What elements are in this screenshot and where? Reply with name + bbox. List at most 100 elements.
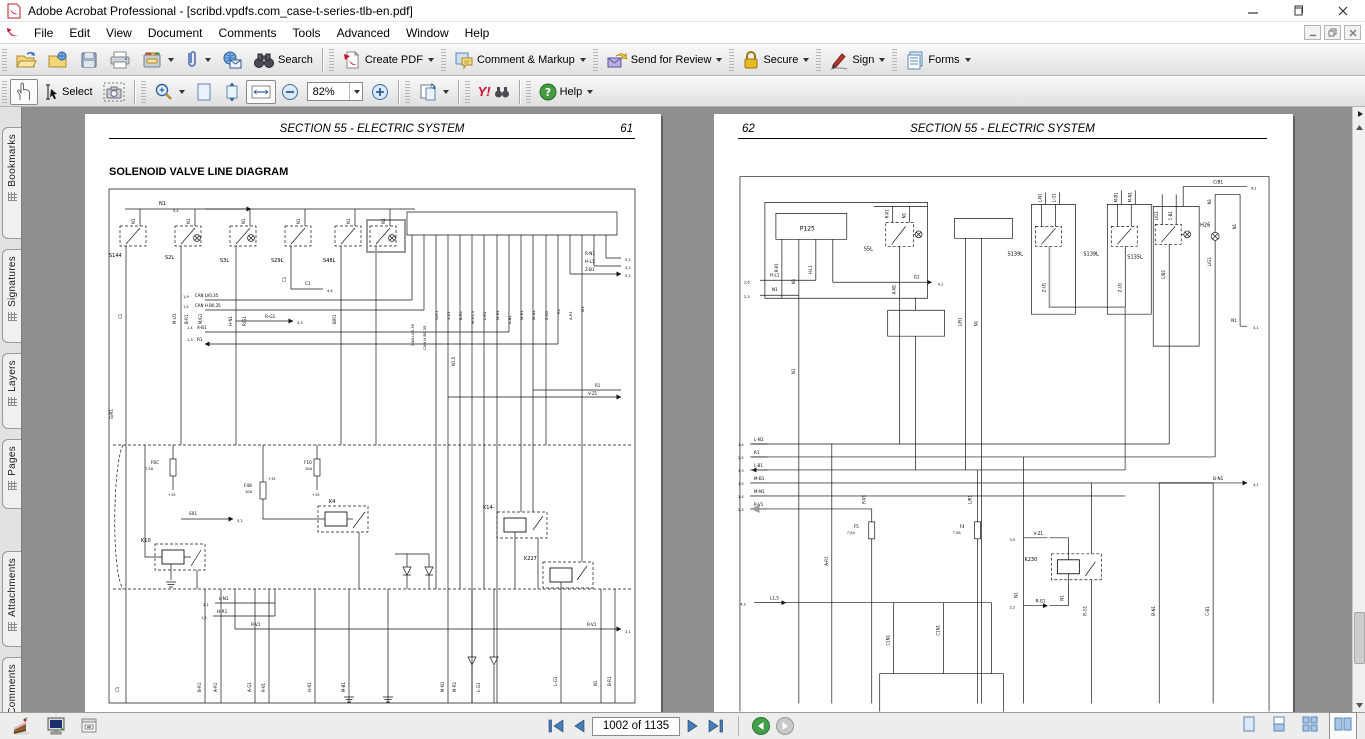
attach-dropdown-caret [205,58,211,62]
doc-restore-button[interactable] [1324,25,1341,40]
organizer-button[interactable] [136,47,179,73]
sidebar-tab-attachments[interactable]: Attachments [2,551,21,647]
zoom-level-combobox[interactable]: 82% [307,82,363,101]
toolbar-drag-handle[interactable] [2,81,7,103]
comment-markup-button[interactable]: Comment & Markup [449,47,591,73]
continuous-facing-view-button[interactable] [1297,712,1323,739]
wire-label: Z-B1 [585,267,595,272]
collapse-window-icon[interactable] [80,718,98,734]
continuous-view-button[interactable] [1267,712,1291,739]
wire-label: R-V1 [251,622,261,627]
toolbar-drag-handle[interactable] [465,81,470,103]
wire-label: 5,1 [625,258,631,262]
toolbar-drag-handle[interactable] [2,49,7,71]
fit-width-button[interactable] [246,80,276,104]
forms-button[interactable]: Forms [900,47,975,73]
hand-tool-button[interactable] [10,79,38,105]
vertical-scrollbar[interactable] [1352,107,1365,712]
fit-page-button[interactable] [190,79,218,105]
menu-tools[interactable]: Tools [285,24,329,42]
sidebar-tab-signatures[interactable]: Signatures [2,249,21,343]
toolbar-drag-handle[interactable] [329,49,334,71]
zoom-in-button[interactable] [366,80,394,104]
menu-edit[interactable]: Edit [61,24,98,42]
wire-label: L-R1 [482,311,487,320]
menu-window[interactable]: Window [398,24,457,42]
fit-height-button[interactable] [218,79,246,105]
wire-label: N1 [791,368,796,374]
zoom-out-button[interactable] [276,80,304,104]
facing-view-button[interactable] [1329,712,1357,739]
wire-label: N1 [381,218,386,224]
page-display-button[interactable] [413,79,454,105]
menu-view[interactable]: View [98,24,140,42]
pdf-page-62[interactable]: SECTION 55 - ELECTRIC SYSTEM 62 [714,114,1293,712]
menu-advanced[interactable]: Advanced [329,24,398,42]
comment-markup-icon [454,50,474,70]
scroll-up-button[interactable] [1353,121,1365,135]
previous-view-button[interactable] [751,716,771,736]
search-button[interactable]: Search [248,47,318,73]
wire-label: L/G1 [1154,211,1159,221]
toolbar-drag-handle[interactable] [441,49,446,71]
wire-label: R1 [595,383,601,388]
save-disk-icon [79,50,99,70]
scroll-collapse-button[interactable] [1353,107,1365,121]
sign-button[interactable]: Sign [824,47,890,73]
single-page-view-button[interactable] [1237,712,1261,739]
menu-document[interactable]: Document [140,24,211,42]
open-button[interactable] [10,47,42,73]
menu-file[interactable]: File [26,24,61,42]
toolbar-drag-handle[interactable] [729,49,734,71]
sidebar-tab-bookmarks[interactable]: Bookmarks [2,127,21,239]
document-canvas[interactable]: SECTION 55 - ELECTRIC SYSTEM 61 SOLENOID… [22,107,1352,712]
select-tool-button[interactable]: Select [38,80,98,104]
print-button[interactable] [104,47,136,73]
menu-comments[interactable]: Comments [211,24,285,42]
snapshot-tool-button[interactable] [98,79,130,105]
wire-label: 1,5 [201,616,207,620]
save-button[interactable] [74,47,104,73]
attach-button[interactable] [179,47,216,73]
toolbar-drag-handle[interactable] [593,49,598,71]
open-web-button[interactable] [42,47,74,73]
toolbar-drag-handle[interactable] [892,49,897,71]
zoom-tool-button[interactable] [149,79,190,105]
email-button[interactable] [216,47,248,73]
first-page-button[interactable] [546,718,566,734]
status-bar: 1002 of 1135 [0,712,1365,739]
toolbar-drag-handle[interactable] [405,81,410,103]
next-page-button[interactable] [684,718,702,734]
toolbar-drag-handle[interactable] [526,81,531,103]
binoculars-icon [253,50,275,70]
toolbar-drag-handle[interactable] [816,49,821,71]
wire-label: CAN H B0,35 [195,303,221,308]
secure-button[interactable]: Secure [737,47,814,73]
previous-page-button[interactable] [570,718,588,734]
page-number-field[interactable]: 1002 of 1135 [592,717,680,736]
help-button[interactable]: ? Help [534,80,599,104]
monitor-icon[interactable] [46,717,66,735]
last-page-button[interactable] [706,718,726,734]
sidebar-tab-layers[interactable]: Layers [2,353,21,429]
sidebar-tab-pages[interactable]: Pages [2,439,21,509]
scrollbar-thumb[interactable] [1354,612,1365,664]
doc-close-button[interactable] [1344,25,1361,40]
toolbar-drag-handle[interactable] [141,81,146,103]
send-for-review-button[interactable]: Send for Review [601,47,728,73]
comment-markup-label: Comment & Markup [477,54,575,66]
wire-label: S139L [1083,251,1099,257]
menu-help[interactable]: Help [457,24,498,42]
create-pdf-button[interactable]: Create PDF [337,47,439,73]
scroll-down-button[interactable] [1353,698,1365,712]
restore-button[interactable] [1275,0,1320,21]
doc-minimize-button[interactable] [1304,25,1321,40]
wire-label: L-B1 [754,463,763,468]
close-button[interactable] [1320,0,1365,21]
next-view-button[interactable] [775,716,795,736]
zoom-level-caret[interactable] [349,83,362,100]
yahoo-search-button[interactable]: Y! [473,81,515,102]
pdf-page-61[interactable]: SECTION 55 - ELECTRIC SYSTEM 61 SOLENOID… [85,114,661,712]
minimize-button[interactable] [1230,0,1275,21]
cake-icon[interactable] [10,716,32,736]
